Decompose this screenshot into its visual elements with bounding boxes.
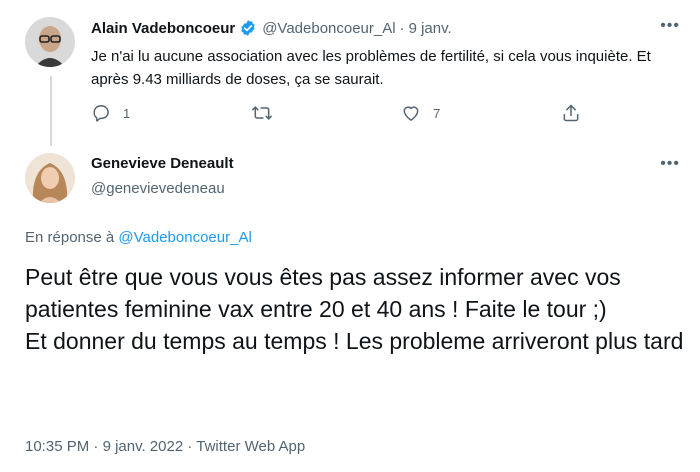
tweet2-text-paragraph-2: Et donner du temps au temps ! Les proble… bbox=[25, 328, 684, 354]
author-handle[interactable]: @genevievedeneau bbox=[91, 180, 225, 197]
tweet1-header: Alain Vadeboncoeur @Vadeboncoeur_Al · 9 … bbox=[91, 17, 680, 39]
thread-connector bbox=[50, 76, 52, 146]
avatar-genevieve[interactable] bbox=[25, 153, 75, 203]
more-options-icon[interactable]: ••• bbox=[660, 155, 680, 173]
retweet-button[interactable] bbox=[251, 103, 285, 123]
tweet1-text: Je n'ai lu aucune association avec les p… bbox=[91, 48, 651, 88]
more-options-icon[interactable]: ••• bbox=[660, 17, 680, 35]
replying-to-handle-link[interactable]: @Vadeboncoeur_Al bbox=[118, 229, 251, 246]
separator-dot: · bbox=[187, 438, 193, 455]
separator-dot: · bbox=[93, 438, 99, 455]
tweet2-text: Peut être que vous vous êtes pas assez i… bbox=[25, 261, 685, 357]
reply-count: 1 bbox=[123, 105, 131, 121]
avatar-alain[interactable] bbox=[25, 17, 75, 67]
like-count: 7 bbox=[433, 105, 441, 121]
separator-dot: · bbox=[399, 19, 405, 37]
author-handle[interactable]: @Vadeboncoeur_Al bbox=[262, 20, 395, 37]
tweet-date[interactable]: 9 janv. bbox=[409, 20, 452, 37]
like-button[interactable]: 7 bbox=[401, 103, 440, 123]
share-button[interactable] bbox=[561, 103, 581, 123]
share-icon bbox=[561, 103, 581, 123]
reply-button[interactable]: 1 bbox=[91, 103, 130, 123]
retweet-icon bbox=[251, 103, 273, 123]
tweet-time[interactable]: 10:35 PM bbox=[25, 438, 89, 455]
replying-to-label: En réponse à bbox=[25, 229, 119, 246]
tweet1-actions: 1 7 bbox=[91, 103, 591, 127]
tweet2-text-paragraph-1: Peut être que vous vous êtes pas assez i… bbox=[25, 264, 621, 322]
reply-icon bbox=[91, 103, 111, 123]
tweet2-metadata: 10:35 PM · 9 janv. 2022 · Twitter Web Ap… bbox=[25, 438, 305, 455]
tweet-full-date[interactable]: 9 janv. 2022 bbox=[103, 438, 184, 455]
verified-badge-icon bbox=[239, 19, 257, 37]
source-app-link[interactable]: Twitter Web App bbox=[196, 438, 305, 455]
author-name[interactable]: Genevieve Deneault bbox=[91, 155, 234, 172]
author-name[interactable]: Alain Vadeboncoeur bbox=[91, 20, 235, 37]
replying-to: En réponse à @Vadeboncoeur_Al bbox=[25, 229, 252, 246]
heart-icon bbox=[401, 103, 421, 123]
